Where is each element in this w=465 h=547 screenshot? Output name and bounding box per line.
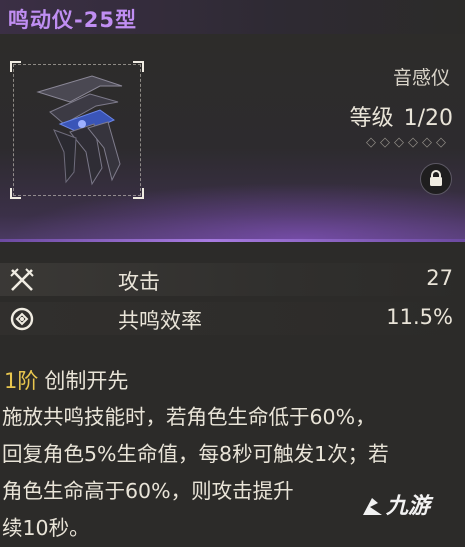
item-title: 鸣动仪-25型 [8, 8, 137, 32]
description-line: 施放共鸣技能时，若角色生命低于60%， [2, 405, 376, 429]
level-label: 等级 [349, 106, 394, 131]
crossed-swords-icon [10, 268, 34, 291]
stat-name: 攻击 [118, 270, 160, 294]
header-bar: 鸣动仪-25型 [0, 0, 465, 34]
stat-row-attack: 攻击 27 [0, 263, 465, 296]
weapon-image [36, 75, 123, 186]
stat-name: 共鸣效率 [118, 309, 202, 333]
skill-description: 施放共鸣技能时，若角色生命低于60%， 回复角色5%生命值，每8秒可触发1次；若… [2, 399, 463, 547]
watermark-logo-icon [360, 495, 386, 519]
stat-value: 11.5% [386, 305, 453, 329]
frame-corner [133, 188, 144, 199]
frame-corner [10, 188, 21, 199]
skill-name: 创制开先 [44, 369, 129, 393]
frame-corner [133, 61, 144, 72]
skill-rank: 1阶 [4, 369, 39, 393]
stat-value: 27 [426, 266, 453, 290]
level-value: 1/20 [403, 106, 453, 131]
item-type: 音感仪 [392, 67, 450, 89]
divider [0, 239, 465, 242]
watermark-text: 九游 [386, 494, 431, 519]
site-watermark: 九游 [360, 488, 430, 520]
resonance-target-icon [10, 307, 34, 331]
level-row: 等级 1/20 [340, 100, 453, 132]
skill-heading: 1阶 创制开先 [4, 365, 128, 395]
tune-stars: ◇◇◇◇◇◇ [366, 135, 450, 150]
description-line: 回复角色5%生命值，每8秒可触发1次；若 [2, 442, 389, 466]
frame-corner [10, 61, 21, 72]
stat-row-energy-regen: 共鸣效率 11.5% [0, 302, 465, 335]
lock-button[interactable] [420, 163, 452, 195]
lock-icon [430, 170, 442, 186]
